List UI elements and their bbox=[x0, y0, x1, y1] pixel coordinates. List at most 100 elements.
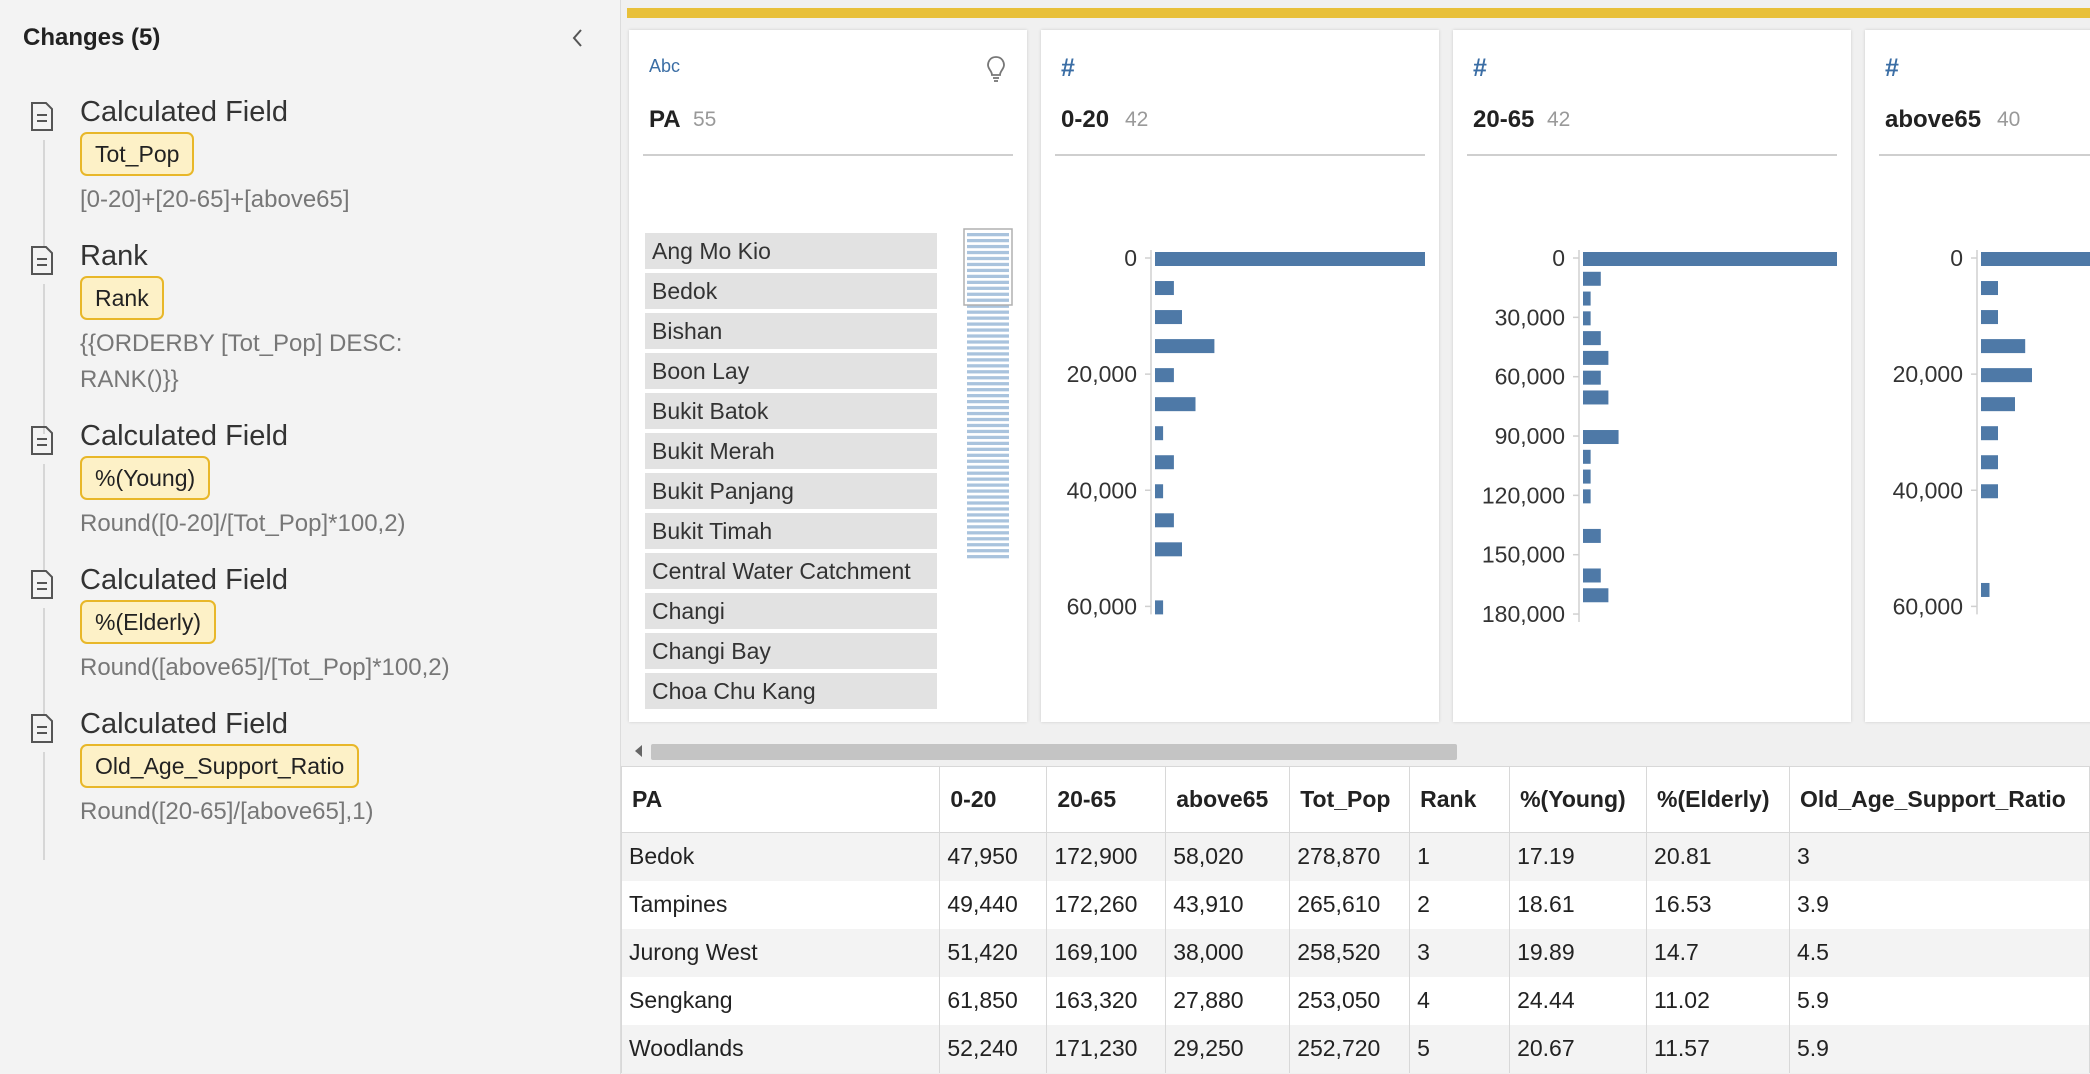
field-pill[interactable]: Old_Age_Support_Ratio bbox=[80, 744, 360, 788]
table-row[interactable]: Woodlands 52,240 171,230 29,250 252,720 … bbox=[621, 1024, 2090, 1073]
table-cell: 24.44 bbox=[1509, 976, 1648, 1025]
column-header-young[interactable]: %(Young) bbox=[1509, 766, 1648, 833]
histogram-bar[interactable] bbox=[1155, 397, 1196, 412]
table-cell: 52,240 bbox=[939, 1024, 1048, 1073]
change-connector bbox=[43, 464, 45, 572]
change-formula: Round([20-65]/[above65],1) bbox=[80, 798, 374, 825]
value-item[interactable]: Bukit Panjang bbox=[645, 473, 937, 509]
histogram-bar[interactable] bbox=[1981, 281, 1998, 296]
overview-mark bbox=[967, 328, 1009, 332]
field-pill[interactable]: %(Young) bbox=[80, 456, 211, 500]
histogram-bar[interactable] bbox=[1155, 600, 1164, 615]
histogram-bar[interactable] bbox=[1155, 252, 1425, 266]
value-item[interactable]: Central Water Catchment bbox=[645, 553, 937, 589]
column-header-pa[interactable]: PA bbox=[621, 766, 941, 833]
value-item[interactable]: Changi bbox=[645, 593, 937, 629]
overview-mark bbox=[967, 537, 1009, 541]
histogram-bar[interactable] bbox=[1583, 568, 1601, 583]
histogram-bar[interactable] bbox=[1155, 310, 1182, 325]
histogram-bar[interactable] bbox=[1583, 350, 1609, 365]
table-cell: 252,720 bbox=[1289, 1024, 1411, 1073]
table-cell: 258,520 bbox=[1289, 928, 1411, 977]
value-item[interactable]: Bedok bbox=[645, 273, 937, 309]
profile-card-20-65[interactable]: # 20-65 42 0 30,000 60,000 90,000 120,000 150… bbox=[1453, 30, 1851, 722]
table-row[interactable]: Tampines 49,440 172,260 43,910 265,610 2… bbox=[621, 880, 2090, 929]
value-item[interactable]: Bishan bbox=[645, 313, 937, 349]
table-cell: 11.57 bbox=[1646, 1024, 1790, 1073]
histogram-bar[interactable] bbox=[1155, 455, 1174, 470]
histogram-bar[interactable] bbox=[1583, 528, 1601, 543]
histogram-bar[interactable] bbox=[1583, 469, 1591, 484]
table-cell: 4.5 bbox=[1788, 928, 2090, 977]
histogram-bar[interactable] bbox=[1981, 252, 2090, 266]
field-pill[interactable]: %(Elderly) bbox=[80, 600, 217, 644]
lightbulb-icon[interactable] bbox=[985, 54, 1007, 84]
column-header-above65[interactable]: above65 bbox=[1165, 766, 1291, 833]
histogram-bar[interactable] bbox=[1981, 310, 1998, 325]
histogram-bar[interactable] bbox=[1583, 311, 1591, 326]
histogram-bar[interactable] bbox=[1583, 588, 1609, 603]
histogram-20-65[interactable]: 0 30,000 60,000 90,000 120,000 150,000 180,000 bbox=[1453, 220, 1851, 640]
histogram-bar[interactable] bbox=[1583, 449, 1591, 464]
histogram-bar[interactable] bbox=[1583, 331, 1601, 346]
scrollbar-thumb[interactable] bbox=[651, 744, 1457, 760]
arrow-left-icon[interactable] bbox=[631, 742, 647, 760]
column-header-elderly[interactable]: %(Elderly) bbox=[1646, 766, 1790, 833]
histogram-bar[interactable] bbox=[1583, 291, 1591, 306]
value-item[interactable]: Bukit Timah bbox=[645, 513, 937, 549]
field-pill[interactable]: Tot_Pop bbox=[80, 132, 195, 176]
value-item[interactable]: Ang Mo Kio bbox=[645, 233, 937, 269]
change-type: Rank bbox=[80, 240, 148, 272]
value-item[interactable]: Choa Chu Kang bbox=[645, 673, 937, 709]
column-header-0-20[interactable]: 0-20 bbox=[939, 766, 1048, 833]
table-cell: Jurong West bbox=[621, 928, 941, 977]
histogram-bar[interactable] bbox=[1981, 397, 2015, 412]
value-item[interactable]: Boon Lay bbox=[645, 353, 937, 389]
value-item[interactable]: Bukit Batok bbox=[645, 393, 937, 429]
y-tick-label: 180,000 bbox=[1482, 601, 1565, 627]
step-accent-bar bbox=[627, 8, 2090, 18]
overview-mark bbox=[967, 483, 1009, 487]
histogram-bar[interactable] bbox=[1155, 426, 1164, 441]
field-pill[interactable]: Rank bbox=[80, 276, 164, 320]
profile-card-above65[interactable]: # above65 40 0 20,000 40,000 60,000 bbox=[1865, 30, 2090, 722]
card-divider bbox=[1879, 154, 2090, 156]
histogram-bar[interactable] bbox=[1155, 484, 1164, 499]
histogram-bar[interactable] bbox=[1583, 370, 1601, 385]
histogram-bar[interactable] bbox=[1155, 281, 1174, 296]
histogram-bar[interactable] bbox=[1981, 339, 2026, 354]
histogram-bar[interactable] bbox=[1155, 339, 1215, 354]
histogram-bar[interactable] bbox=[1583, 271, 1601, 286]
histogram-bar[interactable] bbox=[1981, 368, 2032, 383]
value-item[interactable]: Bukit Merah bbox=[645, 433, 937, 469]
y-tick-label: 60,000 bbox=[1893, 593, 1963, 619]
profile-card-0-20[interactable]: # 0-20 42 0 20,000 40,000 60,000 bbox=[1041, 30, 1439, 722]
profile-card-pa[interactable]: Abc PA 55 Ang Mo Kio Bedok Bishan Boon L… bbox=[629, 30, 1027, 722]
histogram-bar[interactable] bbox=[1155, 542, 1182, 557]
change-formula: {{ORDERBY [Tot_Pop] DESC: RANK()}} bbox=[80, 330, 403, 393]
value-item[interactable]: Changi Bay bbox=[645, 633, 937, 669]
table-row[interactable]: Bedok 47,950 172,900 58,020 278,870 1 17… bbox=[621, 832, 2090, 881]
table-cell: 265,610 bbox=[1289, 880, 1411, 929]
histogram-0-20[interactable]: 0 20,000 40,000 60,000 bbox=[1041, 220, 1439, 640]
histogram-bar[interactable] bbox=[1155, 513, 1174, 528]
histogram-bar[interactable] bbox=[1155, 368, 1174, 383]
overview-mark bbox=[967, 358, 1009, 362]
histogram-bar[interactable] bbox=[1981, 582, 1990, 597]
histogram-above65[interactable]: 0 20,000 40,000 60,000 bbox=[1865, 220, 2090, 640]
histogram-bar[interactable] bbox=[1981, 455, 1998, 470]
histogram-bar[interactable] bbox=[1981, 484, 1998, 499]
column-header-rank[interactable]: Rank bbox=[1409, 766, 1511, 833]
histogram-bar[interactable] bbox=[1583, 252, 1837, 266]
table-row[interactable]: Jurong West 51,420 169,100 38,000 258,52… bbox=[621, 928, 2090, 977]
value-overview-scroller[interactable] bbox=[963, 228, 1013, 566]
table-row[interactable]: Sengkang 61,850 163,320 27,880 253,050 4… bbox=[621, 976, 2090, 1025]
column-header-20-65[interactable]: 20-65 bbox=[1046, 766, 1167, 833]
histogram-bar[interactable] bbox=[1981, 426, 1998, 441]
column-header-old-age-support-ratio[interactable]: Old_Age_Support_Ratio bbox=[1788, 766, 2090, 833]
histogram-bar[interactable] bbox=[1583, 390, 1609, 405]
collapse-panel-button[interactable] bbox=[566, 24, 590, 52]
column-header-tot-pop[interactable]: Tot_Pop bbox=[1289, 766, 1411, 833]
histogram-bar[interactable] bbox=[1583, 430, 1619, 445]
histogram-bar[interactable] bbox=[1583, 489, 1591, 504]
